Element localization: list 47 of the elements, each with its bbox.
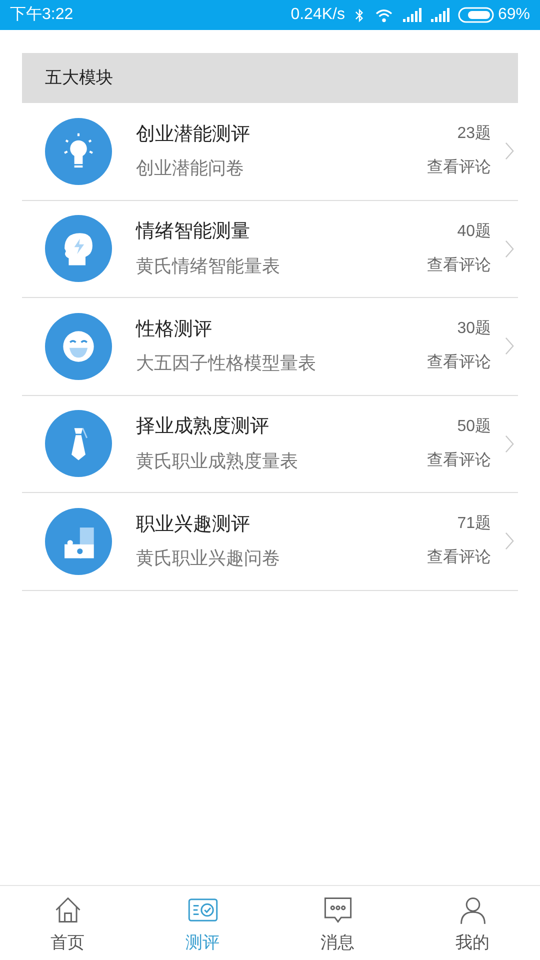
signal-icon [430, 8, 450, 22]
network-speed: 0.24K/s [290, 5, 345, 25]
module-icon [45, 215, 112, 282]
tab[interactable]: 我的 [405, 886, 540, 960]
module-row[interactable]: 情绪智能测量 黄氏情绪智能量表 40题 查看评论 [22, 200, 518, 298]
module-subtitle: 黄氏职业成熟度量表 [136, 450, 299, 472]
module-title: 择业成熟度测评 [136, 415, 270, 439]
view-comments-link[interactable]: 查看评论 [427, 448, 491, 473]
signal-icon [402, 8, 422, 22]
chevron-icon [505, 532, 514, 550]
question-count: 40题 [457, 222, 491, 242]
module-icon [45, 508, 112, 575]
module-subtitle: 黄氏情绪智能量表 [136, 254, 281, 278]
bluetooth-icon [354, 8, 364, 22]
module-icon [45, 118, 112, 185]
view-comments-link[interactable]: 查看评论 [427, 351, 491, 376]
module-title: 创业潜能测评 [136, 122, 251, 146]
module-icon [45, 312, 112, 380]
question-count: 71题 [457, 514, 491, 534]
module-subtitle: 大五因子性格模型量表 [136, 352, 317, 375]
module-subtitle: 创业潜能问卷 [136, 157, 245, 180]
chevron-icon [505, 240, 514, 258]
tab[interactable]: 首页 [0, 886, 135, 960]
module-row[interactable]: 择业成熟度测评 黄氏职业成熟度量表 50题 查看评论 [22, 396, 518, 493]
battery-percent: 69% [498, 5, 530, 25]
section-header: 五大模块 [22, 53, 518, 103]
view-comments-link[interactable]: 查看评论 [427, 254, 491, 278]
question-count: 23题 [457, 124, 491, 144]
module-subtitle: 黄氏职业兴趣问卷 [136, 547, 281, 570]
question-count: 50题 [457, 416, 491, 437]
chevron-icon [505, 434, 514, 453]
module-row[interactable]: 创业潜能测评 创业潜能问卷 23题 查看评论 [22, 103, 518, 200]
module-title: 性格测评 [136, 318, 213, 342]
chevron-icon [505, 142, 514, 160]
question-count: 30题 [457, 319, 491, 340]
module-row[interactable]: 性格测评 大五因子性格模型量表 30题 查看评论 [22, 298, 518, 396]
module-title: 职业兴趣测评 [136, 512, 251, 536]
view-comments-link[interactable]: 查看评论 [427, 156, 491, 180]
view-comments-link[interactable]: 查看评论 [427, 546, 491, 570]
chevron-icon [505, 337, 514, 356]
module-row[interactable]: 职业兴趣测评 黄氏职业兴趣问卷 71题 查看评论 [22, 493, 518, 590]
status-time: 下午3:22 [10, 5, 74, 25]
module-icon [45, 410, 112, 478]
tab[interactable]: 消息 [270, 886, 405, 960]
wifi-icon [374, 8, 394, 22]
battery-icon [458, 7, 494, 23]
module-title: 情绪智能测量 [136, 220, 251, 244]
